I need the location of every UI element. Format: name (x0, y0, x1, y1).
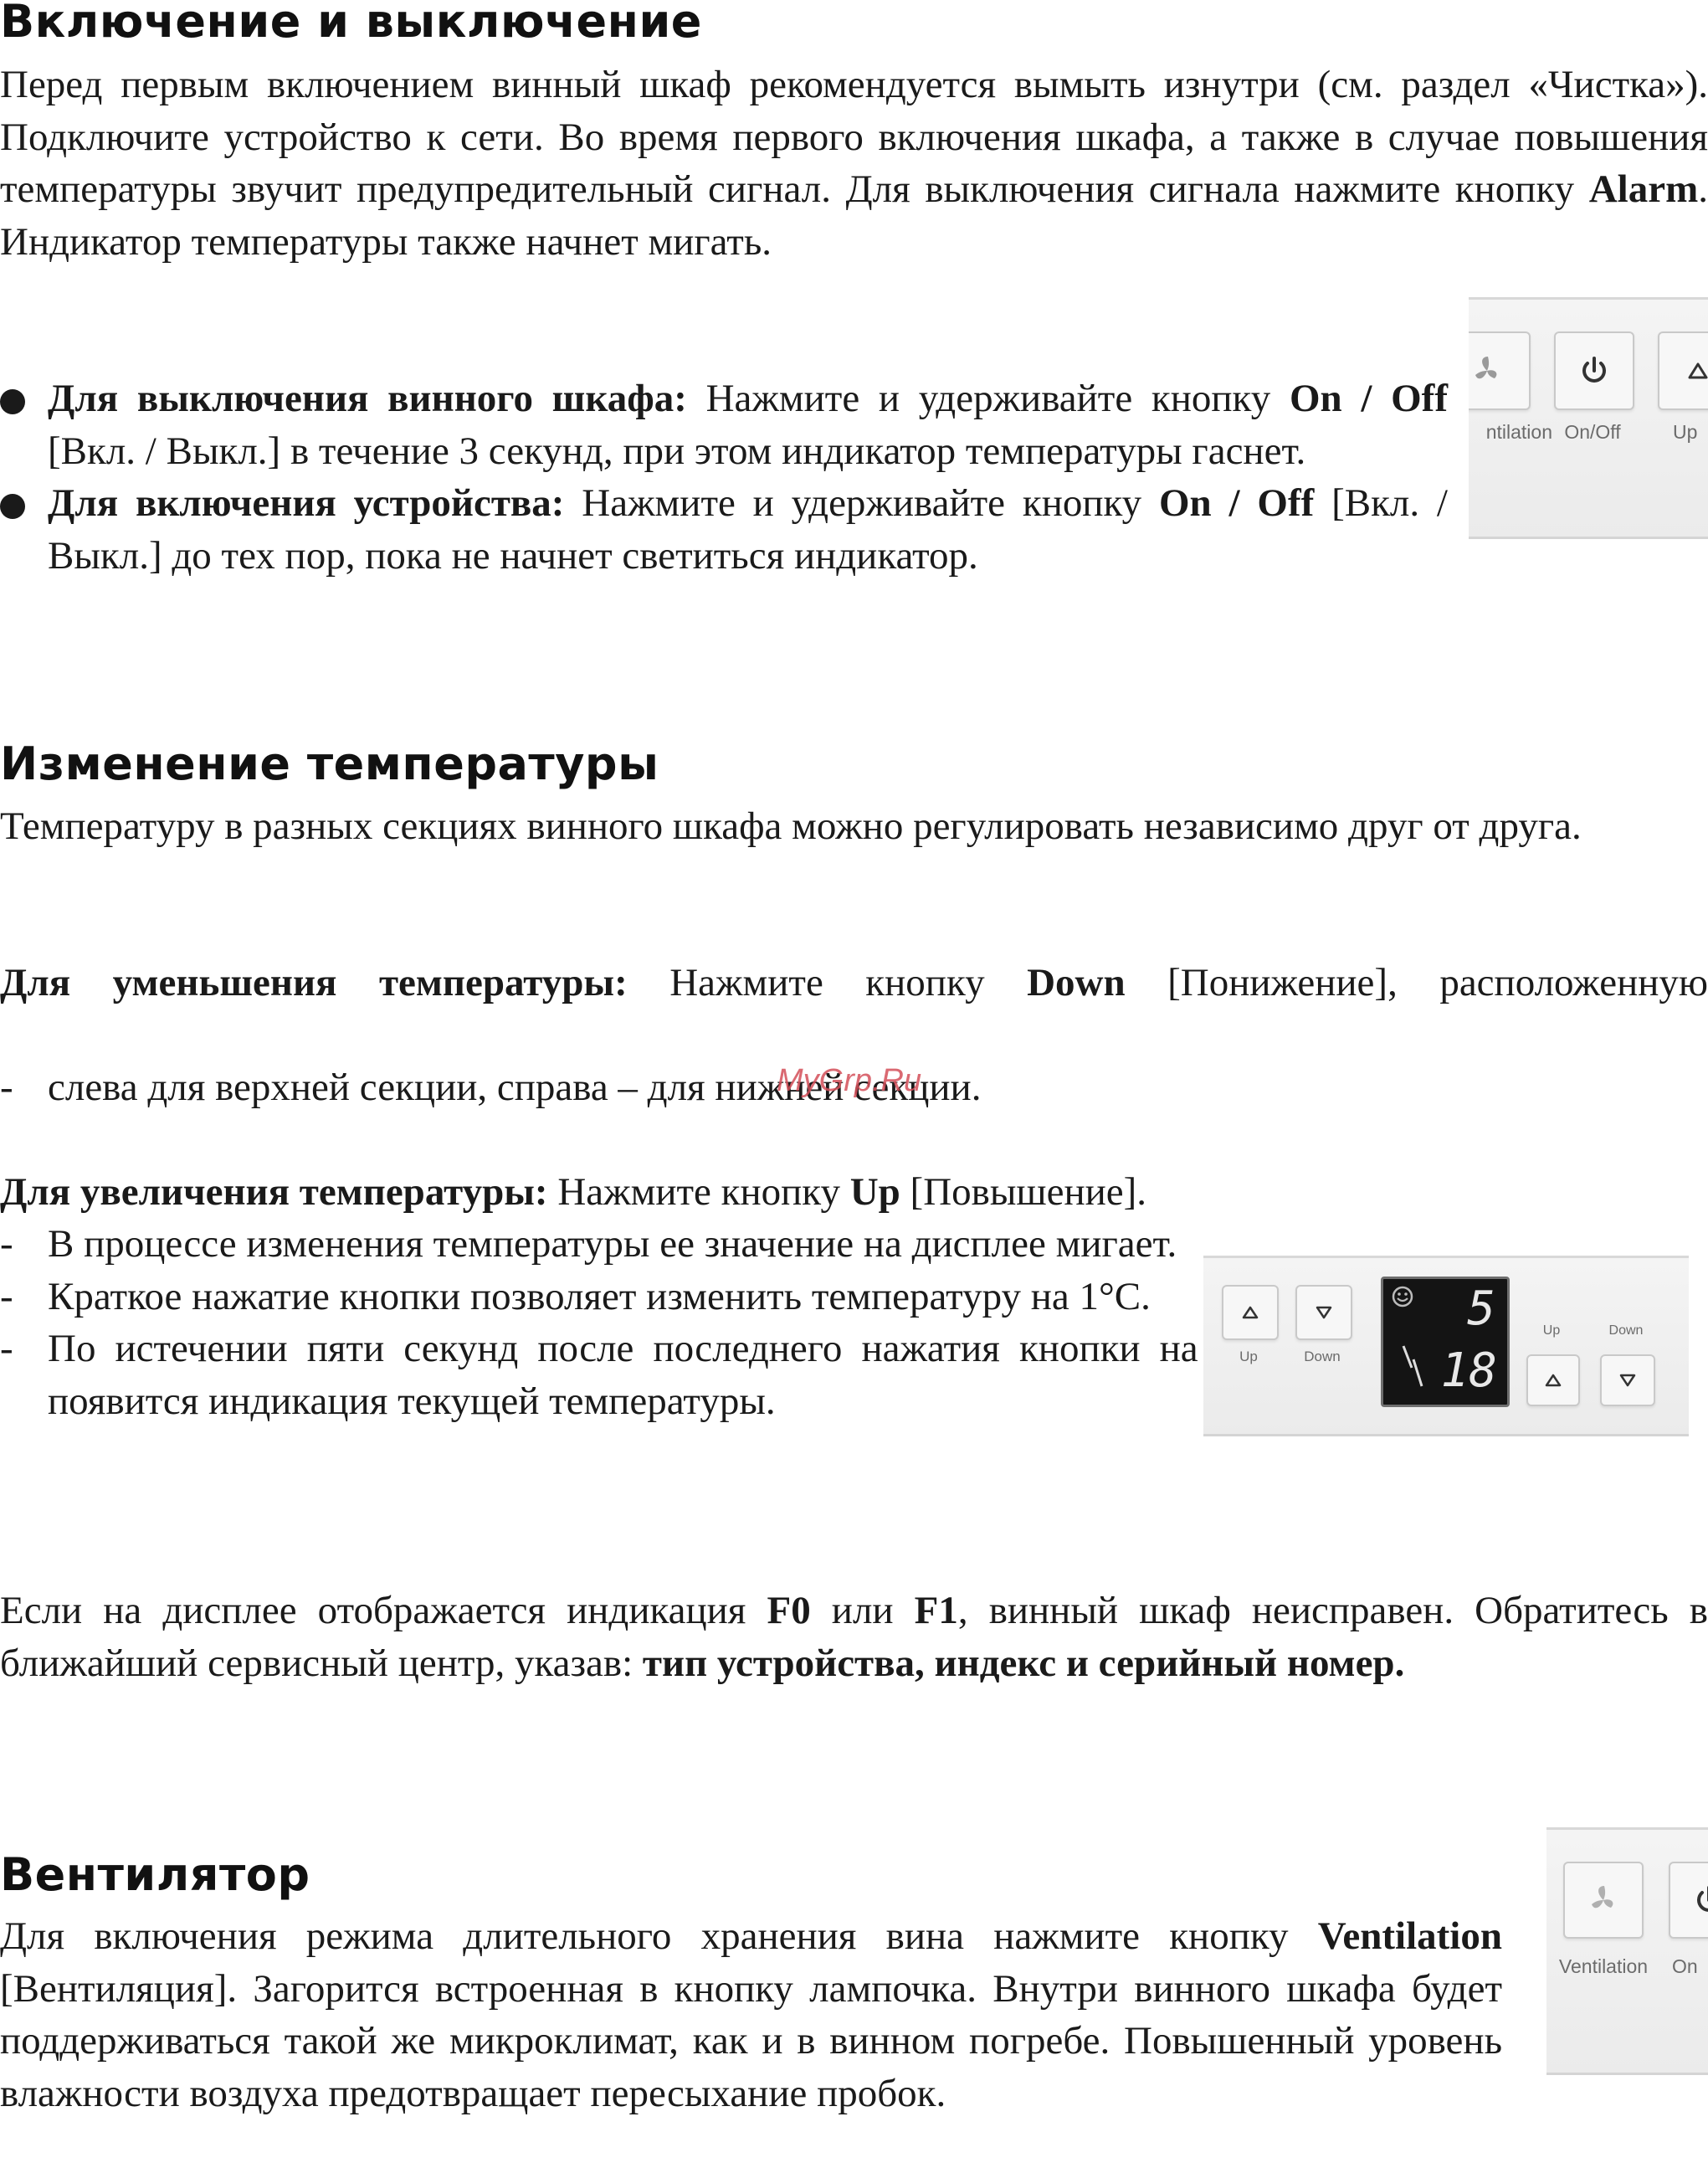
upper-up-button (1222, 1285, 1279, 1340)
on-off-button (1554, 331, 1634, 410)
up-arrow-icon (1688, 362, 1708, 379)
up-arrow-icon (1242, 1306, 1259, 1319)
heading-power: Включение и выключение (0, 0, 702, 48)
smiley-icon (1392, 1286, 1413, 1307)
lower-down-label: Down (1608, 1323, 1644, 1338)
control-panel-display-image: Up Down 5 18 Up Down (1203, 1256, 1689, 1436)
up-button (1658, 331, 1708, 410)
lower-up-label: Up (1542, 1323, 1561, 1338)
lower-section-temperature: 18 (1440, 1343, 1497, 1398)
ventilation-button (1563, 1862, 1644, 1939)
paragraph-power-intro: Перед первым включением винный шкаф реко… (0, 63, 1708, 264)
alarm-term: Alarm (1588, 167, 1699, 211)
lower-up-button (1526, 1354, 1580, 1406)
paragraph-temperature-intro: Температуру в разных секциях винного шка… (0, 804, 1582, 848)
increase-dash-list: -В процессе изменения температуры ее зна… (0, 1218, 1352, 1427)
down-arrow-icon (1619, 1374, 1636, 1387)
upper-down-label: Down (1304, 1349, 1341, 1364)
bullet-icon (0, 389, 25, 414)
list-item: - Краткое нажатие кнопки позволяет измени… (0, 1274, 1151, 1318)
control-panel-onoff-image: ntilation On/Off Up (1469, 297, 1708, 539)
manual-page: Включение и выключение Перед первым вклю… (0, 0, 1708, 2168)
paragraph-ventilation: Для включения режима длительного хранени… (0, 1914, 1502, 2115)
heading-ventilation: Вентилятор (0, 1848, 310, 1901)
fan-icon (1592, 1886, 1613, 1909)
list-item: -В процессе изменения температуры ее зна… (0, 1222, 1177, 1266)
ventilation-button (1469, 331, 1531, 410)
upper-up-label: Up (1239, 1349, 1258, 1364)
up-arrow-icon (1545, 1374, 1562, 1387)
on-label: On (1672, 1955, 1698, 1977)
control-panel-ventilation-image: Ventilation On (1546, 1827, 1708, 2075)
heading-temperature: Изменение температуры (0, 737, 659, 790)
watermark: MyGrp.Ru (777, 1063, 922, 1098)
paragraph-error-codes: Если на дисплее отображается индикация F… (0, 1589, 1708, 1685)
up-label: Up (1673, 421, 1698, 443)
temperature-display: 5 18 (1381, 1277, 1510, 1407)
upper-down-button (1295, 1285, 1352, 1340)
list-item: - слева для верхней секции, справа – для … (0, 1066, 982, 1109)
decrease-dash-list: - слева для верхней секции, справа – для … (0, 1061, 1255, 1114)
power-bullet-list: Для выключения винного шкафа: Нажмите и … (0, 372, 1448, 582)
mode-indicator-icon (1402, 1345, 1423, 1387)
power-icon (1582, 357, 1606, 383)
fan-icon (1475, 357, 1497, 379)
ventilation-label: Ventilation (1558, 1955, 1649, 1977)
list-item: Для включения устройства: Нажмите и удер… (0, 477, 1448, 582)
on-off-label: On/Off (1564, 421, 1621, 443)
upper-section-temperature: 5 (1467, 1282, 1495, 1336)
list-item: Для выключения винного шкафа: Нажмите и … (0, 372, 1448, 477)
on-off-button (1669, 1862, 1708, 1939)
bullet-icon (0, 494, 25, 519)
paragraph-increase: Для увеличения температуры: Нажмите кноп… (0, 1170, 1147, 1214)
power-icon (1697, 1886, 1708, 1912)
list-item: - По истечении пяти секунд после последне… (0, 1327, 1352, 1423)
down-arrow-icon (1316, 1306, 1332, 1319)
paragraph-decrease: Для уменьшения температуры: Нажмите кноп… (0, 961, 1708, 1004)
ventilation-label: ntilation (1485, 421, 1552, 443)
lower-down-button (1600, 1354, 1655, 1406)
